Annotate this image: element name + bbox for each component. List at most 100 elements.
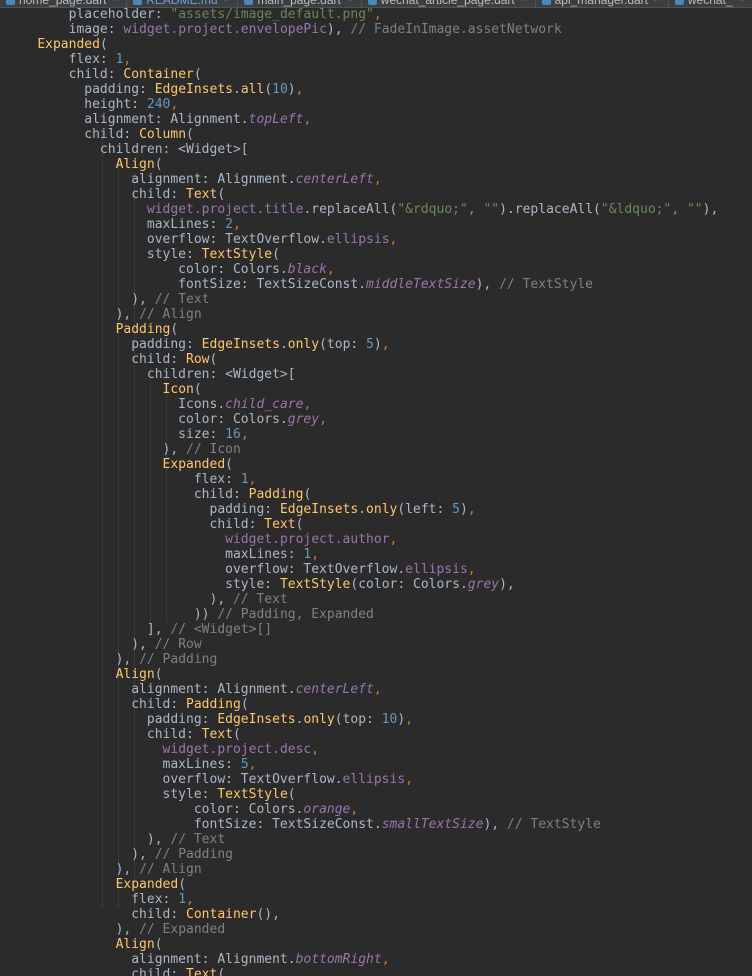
code-token: // Row — [154, 637, 202, 652]
code-token: ), — [6, 637, 155, 652]
code-line: height: 240, — [6, 97, 178, 112]
code-token: only — [366, 502, 398, 517]
code-token: ), — [499, 577, 515, 592]
editor-tab[interactable]: README.md × — [127, 0, 239, 7]
code-token: Align — [115, 667, 155, 682]
code-token: , — [405, 772, 413, 787]
code-token: ], — [6, 622, 171, 637]
code-token: (), — [256, 907, 280, 922]
code-token: flex: — [6, 52, 116, 67]
code-token: , — [311, 742, 320, 757]
code-line: maxLines: 5, — [6, 757, 257, 772]
code-token: ( — [154, 937, 163, 952]
code-token: // Padding — [139, 652, 218, 667]
code-token: flex: — [6, 892, 179, 907]
code-token: .replaceAll( — [303, 202, 398, 217]
code-token: ( — [287, 787, 296, 802]
code-token: "&ldquo;" — [600, 202, 672, 217]
close-tab-icon[interactable]: × — [521, 0, 527, 7]
close-tab-icon[interactable]: × — [112, 0, 118, 7]
code-line: style: TextStyle( — [6, 247, 280, 262]
dart-file-icon — [541, 0, 551, 5]
code-token: ), — [6, 652, 140, 667]
editor-tab-label: wechat_article_page.dart — [380, 0, 515, 7]
code-token: EdgeInsets — [201, 337, 280, 352]
code-token: , — [389, 532, 398, 547]
code-line: overflow: TextOverflow.ellipsis, — [6, 772, 413, 787]
code-token: ( — [303, 487, 312, 502]
code-token: ( — [99, 37, 108, 52]
code-token: widget.project.title — [146, 202, 304, 217]
code-token: Text — [201, 727, 233, 742]
code-token: ), — [6, 847, 155, 862]
code-token: Padding — [186, 697, 241, 712]
code-token: children: <Widget>[ — [6, 142, 249, 157]
code-token: // TextStyle — [499, 277, 594, 292]
code-token: child: — [6, 487, 249, 502]
code-token: ), — [326, 22, 351, 37]
code-token: . — [358, 502, 367, 517]
editor-tab[interactable]: wechat_article_page.dart × — [362, 0, 536, 7]
code-token: padding: — [6, 712, 218, 727]
code-token: color: Colors. — [6, 412, 288, 427]
code-line: Icons.child_care, — [6, 397, 311, 412]
code-token: , — [303, 112, 312, 127]
code-token: , — [170, 97, 179, 112]
code-token: children: <Widget>[ — [6, 367, 296, 382]
code-token: 5 — [366, 337, 374, 352]
editor-tab-label: api_manager.dart — [554, 0, 649, 7]
code-line: padding: EdgeInsets.only(left: 5), — [6, 502, 475, 517]
code-token: ), — [6, 922, 140, 937]
code-token: "assets/image_default.png" — [170, 7, 374, 22]
code-token: height: — [6, 97, 147, 112]
code-editor[interactable]: placeholder: "assets/image_default.png",… — [0, 0, 752, 976]
code-token: child: — [6, 727, 202, 742]
editor-tab[interactable]: main_page.dart × — [238, 0, 362, 7]
code-token: (left: — [397, 502, 453, 517]
code-token: only — [287, 337, 320, 352]
code-token: alignment: Alignment. — [6, 682, 296, 697]
code-token: 2 — [225, 217, 233, 232]
code-token: Expanded — [162, 457, 226, 472]
close-tab-icon[interactable]: × — [347, 0, 353, 7]
code-token: . — [279, 337, 288, 352]
code-token: // Text — [232, 592, 288, 607]
code-token: Text — [186, 187, 218, 202]
code-token: alignment: Alignment. — [6, 172, 296, 187]
code-token: , — [373, 7, 382, 22]
code-token: Expanded — [37, 37, 100, 52]
code-line: Padding( — [6, 322, 179, 337]
code-token: // Align — [139, 862, 202, 877]
close-tab-icon[interactable]: × — [224, 0, 230, 7]
code-line: Align( — [6, 157, 163, 172]
code-line: child: Container( — [6, 67, 202, 82]
editor-tab[interactable]: api_manager.dart × — [536, 0, 669, 7]
code-token: , — [319, 412, 327, 427]
close-tab-icon[interactable]: × — [654, 0, 660, 7]
code-line: Align( — [6, 937, 163, 952]
editor-tab-label: wechat_ — [687, 0, 733, 7]
code-token: ( — [154, 157, 163, 172]
code-line: child: Container(), — [6, 907, 280, 922]
code-token: padding: — [6, 82, 155, 97]
code-token: child: — [6, 967, 187, 976]
code-token: , — [248, 757, 257, 772]
code-token: ), — [475, 277, 500, 292]
code-line: ), // Text — [6, 592, 288, 607]
code-token: style: — [6, 247, 202, 262]
editor-tab[interactable]: home_page.dart × — [0, 0, 128, 7]
code-line: fontSize: TextSizeConst.smallTextSize), … — [6, 817, 601, 832]
close-tab-icon[interactable]: × — [739, 0, 745, 7]
code-token: alignment: Alignment. — [6, 112, 249, 127]
code-token: , — [295, 82, 304, 97]
editor-tab[interactable]: wechat_ × — [669, 0, 752, 7]
code-token: EdgeInsets — [217, 712, 296, 727]
code-token: // Text — [154, 292, 210, 307]
code-token: maxLines: — [6, 757, 241, 772]
code-token: // Padding — [154, 847, 233, 862]
code-token: , — [405, 712, 414, 727]
